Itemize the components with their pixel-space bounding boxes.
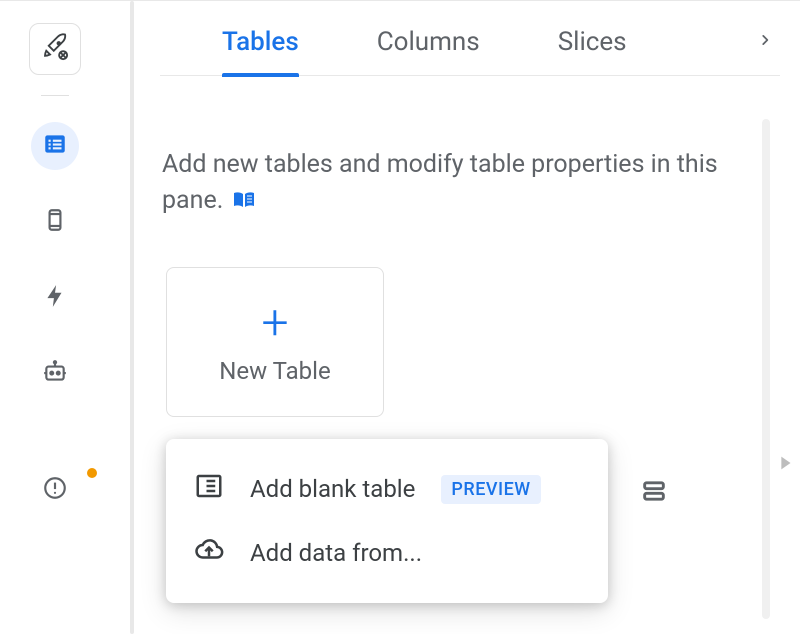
new-table-card[interactable]: + New Table bbox=[166, 267, 384, 417]
chevron-right-icon bbox=[758, 36, 772, 55]
help-book-icon[interactable] bbox=[230, 187, 258, 223]
tabs-scroll-right-button[interactable] bbox=[758, 29, 780, 73]
plus-icon: + bbox=[261, 299, 288, 347]
cloud-upload-icon bbox=[194, 535, 224, 571]
alert-icon bbox=[42, 475, 68, 505]
bolt-icon bbox=[42, 283, 68, 313]
panel-expand-right[interactable] bbox=[774, 449, 796, 481]
data-icon bbox=[42, 131, 68, 161]
tab-tables[interactable]: Tables bbox=[222, 27, 299, 57]
sidebar-item-views[interactable] bbox=[31, 198, 79, 246]
dropdown-item-add-blank-table[interactable]: Add blank table PREVIEW bbox=[166, 457, 608, 521]
sidebar-item-data[interactable] bbox=[31, 122, 79, 170]
new-table-label: New Table bbox=[219, 357, 330, 385]
sidebar-divider bbox=[41, 95, 69, 96]
new-table-dropdown: Add blank table PREVIEW Add data from... bbox=[166, 439, 608, 603]
view-mode-toggle[interactable] bbox=[640, 477, 668, 509]
scrollbar-track[interactable] bbox=[762, 119, 770, 619]
rows-icon bbox=[640, 490, 668, 509]
notification-dot-icon bbox=[87, 468, 97, 478]
bot-icon bbox=[42, 359, 68, 389]
pane-description: Add new tables and modify table properti… bbox=[162, 147, 720, 224]
vertical-divider bbox=[130, 1, 134, 634]
tab-columns[interactable]: Columns bbox=[377, 27, 480, 57]
sidebar-item-automation[interactable] bbox=[31, 274, 79, 322]
phone-icon bbox=[42, 207, 68, 237]
tabs-bar: Tables Columns Slices bbox=[160, 27, 780, 76]
table-outline-icon bbox=[194, 471, 224, 507]
preview-badge: PREVIEW bbox=[441, 475, 540, 504]
sidebar-rocket-button[interactable] bbox=[29, 23, 81, 75]
dropdown-item-add-data-from[interactable]: Add data from... bbox=[166, 521, 608, 585]
sidebar-item-bot[interactable] bbox=[31, 350, 79, 398]
caret-right-icon bbox=[774, 462, 796, 481]
dropdown-item-label: Add blank table bbox=[250, 475, 415, 503]
tab-slices[interactable]: Slices bbox=[558, 27, 627, 57]
dropdown-item-label: Add data from... bbox=[250, 539, 422, 567]
sidebar-item-info[interactable] bbox=[31, 466, 79, 514]
rocket-icon bbox=[40, 32, 70, 66]
